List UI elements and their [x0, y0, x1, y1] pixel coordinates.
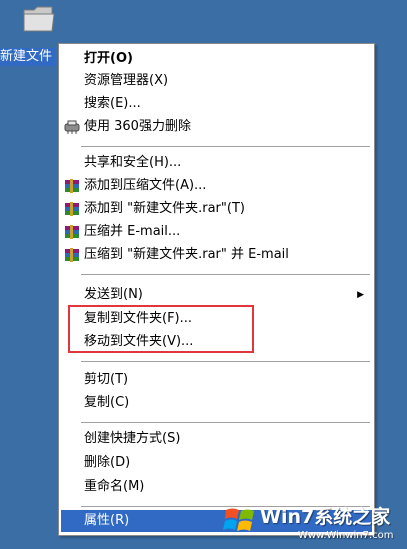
menu-separator: [81, 146, 370, 147]
winrar-books-icon: [65, 248, 79, 262]
menu-item-copy[interactable]: 复制(C): [61, 392, 372, 414]
context-menu: 打开(O) 资源管理器(X) 搜索(E)... 使用 360强力删除 共享和安全…: [58, 43, 375, 536]
menu-separator: [81, 274, 370, 275]
menu-item-add-to-rar[interactable]: 添加到 "新建文件夹.rar"(T): [61, 198, 372, 220]
folder-icon: [23, 6, 55, 32]
menu-item-rename[interactable]: 重命名(M): [61, 476, 372, 498]
menu-item-move-to-folder[interactable]: 移动到文件夹(V)...: [61, 331, 372, 353]
menu-item-open[interactable]: 打开(O): [61, 48, 372, 70]
menu-item-compress-email[interactable]: 压缩并 E-mail...: [61, 221, 372, 243]
menu-item-add-archive[interactable]: 添加到压缩文件(A)...: [61, 175, 372, 197]
shredder-icon: [64, 120, 80, 134]
menu-item-properties[interactable]: 属性(R): [61, 510, 372, 532]
menu-item-create-shortcut[interactable]: 创建快捷方式(S): [61, 428, 372, 450]
folder-label: 新建文件: [0, 48, 56, 66]
winrar-books-icon: [65, 202, 79, 216]
menu-item-search[interactable]: 搜索(E)...: [61, 93, 372, 115]
menu-item-360-delete[interactable]: 使用 360强力删除: [61, 116, 372, 138]
menu-item-copy-to-folder[interactable]: 复制到文件夹(F)...: [61, 308, 372, 330]
menu-separator: [81, 422, 370, 423]
menu-separator: [81, 361, 370, 362]
menu-item-sharing[interactable]: 共享和安全(H)...: [61, 152, 372, 174]
menu-item-send-to[interactable]: 发送到(N) ▶: [61, 284, 372, 306]
submenu-arrow-icon: ▶: [357, 290, 364, 300]
winrar-books-icon: [65, 225, 79, 239]
menu-item-delete[interactable]: 删除(D): [61, 452, 372, 474]
menu-separator: [81, 506, 370, 507]
menu-item-cut[interactable]: 剪切(T): [61, 369, 372, 391]
menu-item-compress-to-rar-email[interactable]: 压缩到 "新建文件夹.rar" 并 E-mail: [61, 244, 372, 266]
winrar-books-icon: [65, 179, 79, 193]
desktop-folder[interactable]: 新建文件: [0, 0, 60, 70]
menu-item-explorer[interactable]: 资源管理器(X): [61, 70, 372, 92]
